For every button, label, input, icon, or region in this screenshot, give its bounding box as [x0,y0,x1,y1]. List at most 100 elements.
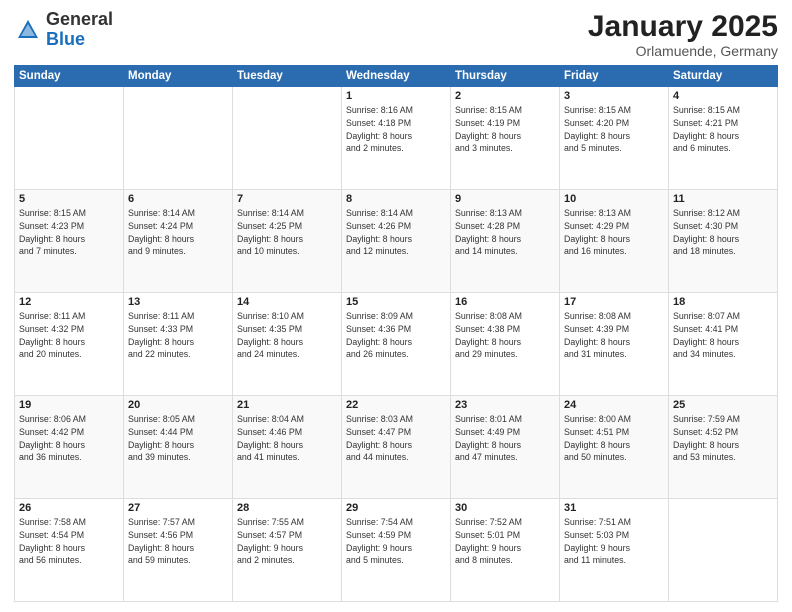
weekday-header: Friday [560,66,669,87]
day-info: Sunrise: 8:08 AM Sunset: 4:38 PM Dayligh… [455,310,555,361]
day-number: 30 [455,502,555,514]
calendar-cell: 9 Sunrise: 8:13 AM Sunset: 4:28 PM Daylig… [451,190,560,293]
title-block: January 2025 Orlamuende, Germany [588,10,778,59]
day-number: 1 [346,90,446,102]
calendar-cell: 5 Sunrise: 8:15 AM Sunset: 4:23 PM Daylig… [15,190,124,293]
calendar-cell: 16 Sunrise: 8:08 AM Sunset: 4:38 PM Dayli… [451,293,560,396]
calendar-week-row: 5 Sunrise: 8:15 AM Sunset: 4:23 PM Daylig… [15,190,778,293]
day-info: Sunrise: 7:54 AM Sunset: 4:59 PM Dayligh… [346,516,446,567]
calendar-cell [669,499,778,602]
calendar-cell: 11Sunrise: 8:12 AM Sunset: 4:30 PM Dayli… [669,190,778,293]
day-info: Sunrise: 8:15 AM Sunset: 4:19 PM Dayligh… [455,104,555,155]
day-number: 26 [19,502,119,514]
calendar-cell: 13 Sunrise: 8:11 AM Sunset: 4:33 PM Dayli… [124,293,233,396]
day-number: 29 [346,502,446,514]
calendar-cell: 2Sunrise: 8:15 AM Sunset: 4:19 PM Daylig… [451,87,560,190]
day-number: 16 [455,296,555,308]
day-number: 23 [455,399,555,411]
calendar-table: SundayMondayTuesdayWednesdayThursdayFrid… [14,65,778,602]
logo-blue: Blue [46,29,85,49]
calendar-cell [124,87,233,190]
weekday-header: Sunday [15,66,124,87]
calendar-week-row: 26Sunrise: 7:58 AM Sunset: 4:54 PM Dayli… [15,499,778,602]
calendar-cell: 30 Sunrise: 7:52 AM Sunset: 5:01 PM Dayli… [451,499,560,602]
logo-text: General Blue [46,10,113,50]
day-number: 10 [564,193,664,205]
calendar-cell: 24Sunrise: 8:00 AM Sunset: 4:51 PM Dayli… [560,396,669,499]
day-number: 28 [237,502,337,514]
calendar-cell: 10 Sunrise: 8:13 AM Sunset: 4:29 PM Dayli… [560,190,669,293]
day-number: 14 [237,296,337,308]
calendar-cell: 23 Sunrise: 8:01 AM Sunset: 4:49 PM Dayli… [451,396,560,499]
day-number: 17 [564,296,664,308]
calendar-cell: 4 Sunrise: 8:15 AM Sunset: 4:21 PM Daylig… [669,87,778,190]
day-info: Sunrise: 8:04 AM Sunset: 4:46 PM Dayligh… [237,413,337,464]
calendar-week-row: 1 Sunrise: 8:16 AM Sunset: 4:18 PM Daylig… [15,87,778,190]
day-info: Sunrise: 8:14 AM Sunset: 4:25 PM Dayligh… [237,207,337,258]
calendar-cell: 26Sunrise: 7:58 AM Sunset: 4:54 PM Dayli… [15,499,124,602]
day-info: Sunrise: 8:13 AM Sunset: 4:28 PM Dayligh… [455,207,555,258]
day-info: Sunrise: 7:52 AM Sunset: 5:01 PM Dayligh… [455,516,555,567]
calendar-cell [233,87,342,190]
day-info: Sunrise: 8:15 AM Sunset: 4:21 PM Dayligh… [673,104,773,155]
day-number: 4 [673,90,773,102]
day-info: Sunrise: 8:05 AM Sunset: 4:44 PM Dayligh… [128,413,228,464]
day-number: 15 [346,296,446,308]
calendar-week-row: 19Sunrise: 8:06 AM Sunset: 4:42 PM Dayli… [15,396,778,499]
day-number: 22 [346,399,446,411]
day-number: 6 [128,193,228,205]
day-info: Sunrise: 8:07 AM Sunset: 4:41 PM Dayligh… [673,310,773,361]
day-number: 8 [346,193,446,205]
day-number: 21 [237,399,337,411]
day-info: Sunrise: 8:03 AM Sunset: 4:47 PM Dayligh… [346,413,446,464]
calendar-cell: 3Sunrise: 8:15 AM Sunset: 4:20 PM Daylig… [560,87,669,190]
weekday-header: Saturday [669,66,778,87]
day-number: 19 [19,399,119,411]
day-info: Sunrise: 8:13 AM Sunset: 4:29 PM Dayligh… [564,207,664,258]
day-number: 7 [237,193,337,205]
day-info: Sunrise: 8:10 AM Sunset: 4:35 PM Dayligh… [237,310,337,361]
day-number: 20 [128,399,228,411]
calendar-cell: 1 Sunrise: 8:16 AM Sunset: 4:18 PM Daylig… [342,87,451,190]
day-info: Sunrise: 7:55 AM Sunset: 4:57 PM Dayligh… [237,516,337,567]
day-number: 31 [564,502,664,514]
calendar-cell: 20 Sunrise: 8:05 AM Sunset: 4:44 PM Dayli… [124,396,233,499]
logo: General Blue [14,10,113,50]
day-number: 5 [19,193,119,205]
day-number: 9 [455,193,555,205]
day-number: 11 [673,193,773,205]
calendar-cell: 17 Sunrise: 8:08 AM Sunset: 4:39 PM Dayli… [560,293,669,396]
day-info: Sunrise: 8:14 AM Sunset: 4:24 PM Dayligh… [128,207,228,258]
location-title: Orlamuende, Germany [588,43,778,59]
calendar-cell: 28 Sunrise: 7:55 AM Sunset: 4:57 PM Dayli… [233,499,342,602]
day-info: Sunrise: 8:11 AM Sunset: 4:33 PM Dayligh… [128,310,228,361]
calendar-cell: 22 Sunrise: 8:03 AM Sunset: 4:47 PM Dayli… [342,396,451,499]
day-info: Sunrise: 8:01 AM Sunset: 4:49 PM Dayligh… [455,413,555,464]
day-number: 27 [128,502,228,514]
logo-general: General [46,9,113,29]
logo-icon [14,16,42,44]
day-info: Sunrise: 8:15 AM Sunset: 4:23 PM Dayligh… [19,207,119,258]
calendar-cell: 29 Sunrise: 7:54 AM Sunset: 4:59 PM Dayli… [342,499,451,602]
day-info: Sunrise: 8:16 AM Sunset: 4:18 PM Dayligh… [346,104,446,155]
calendar-cell: 6 Sunrise: 8:14 AM Sunset: 4:24 PM Daylig… [124,190,233,293]
day-info: Sunrise: 8:14 AM Sunset: 4:26 PM Dayligh… [346,207,446,258]
calendar-cell: 21 Sunrise: 8:04 AM Sunset: 4:46 PM Dayli… [233,396,342,499]
calendar-cell: 7 Sunrise: 8:14 AM Sunset: 4:25 PM Daylig… [233,190,342,293]
day-info: Sunrise: 7:51 AM Sunset: 5:03 PM Dayligh… [564,516,664,567]
day-info: Sunrise: 8:00 AM Sunset: 4:51 PM Dayligh… [564,413,664,464]
calendar-cell: 31 Sunrise: 7:51 AM Sunset: 5:03 PM Dayli… [560,499,669,602]
day-info: Sunrise: 8:08 AM Sunset: 4:39 PM Dayligh… [564,310,664,361]
day-info: Sunrise: 7:59 AM Sunset: 4:52 PM Dayligh… [673,413,773,464]
calendar-cell: 27Sunrise: 7:57 AM Sunset: 4:56 PM Dayli… [124,499,233,602]
calendar-cell: 8 Sunrise: 8:14 AM Sunset: 4:26 PM Daylig… [342,190,451,293]
weekday-header-row: SundayMondayTuesdayWednesdayThursdayFrid… [15,66,778,87]
page: General Blue January 2025 Orlamuende, Ge… [0,0,792,612]
day-number: 13 [128,296,228,308]
weekday-header: Thursday [451,66,560,87]
weekday-header: Monday [124,66,233,87]
day-number: 3 [564,90,664,102]
weekday-header: Tuesday [233,66,342,87]
day-info: Sunrise: 8:09 AM Sunset: 4:36 PM Dayligh… [346,310,446,361]
day-number: 18 [673,296,773,308]
